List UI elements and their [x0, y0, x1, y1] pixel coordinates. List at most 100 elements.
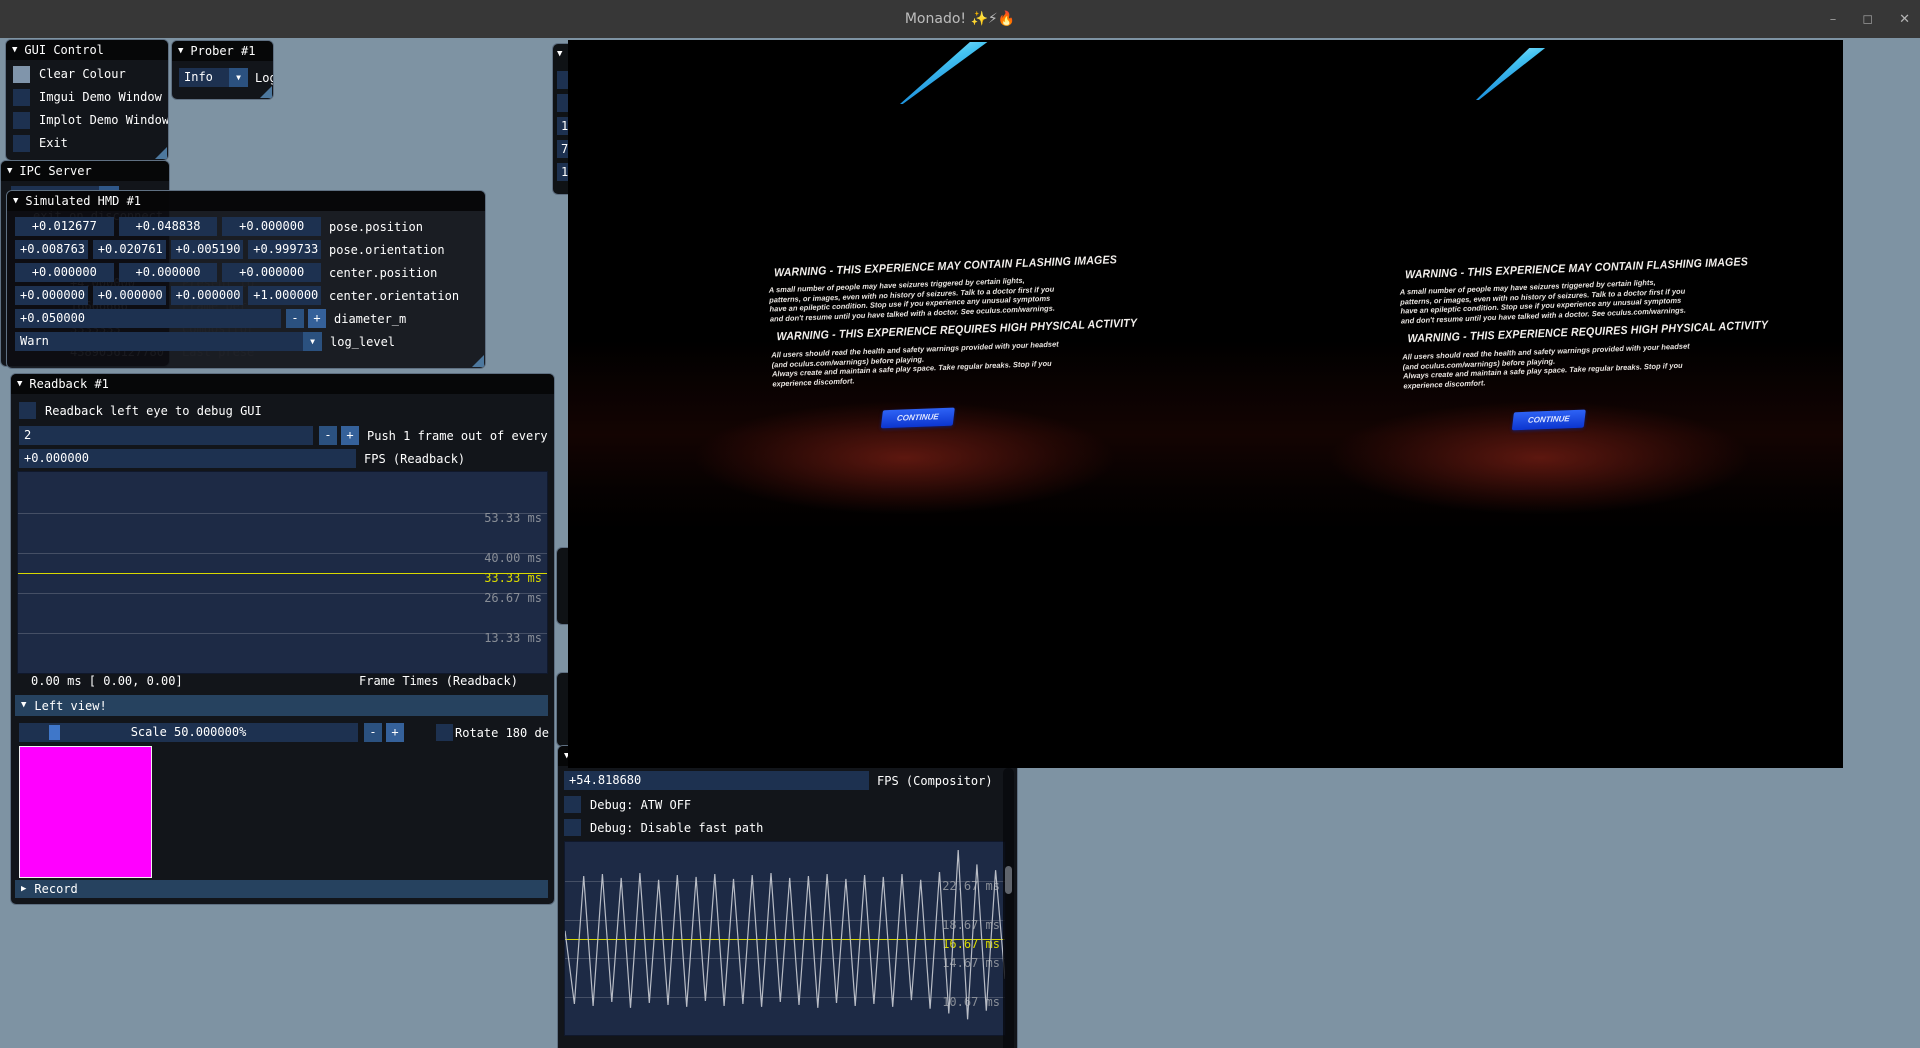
gui-control-item[interactable]: Exit — [13, 134, 161, 152]
record-header[interactable]: ▶ Record — [15, 880, 548, 898]
checkbox-label: Implot Demo Window — [39, 113, 169, 127]
lens-flare-streak — [900, 42, 992, 104]
collapse-arrow-icon[interactable]: ▼ — [178, 47, 183, 56]
prober-titlebar[interactable]: ▼ Prober #1 — [172, 41, 273, 61]
drag-float-field[interactable]: +0.999733 — [248, 240, 321, 259]
drag-float-field[interactable]: +0.000000 — [222, 263, 321, 282]
gui-control-item[interactable]: Implot Demo Window — [13, 111, 161, 129]
diameter-plus-button[interactable]: + — [308, 309, 326, 328]
checkbox[interactable] — [13, 89, 30, 106]
debug-disable-fast-path-checkbox[interactable] — [564, 819, 581, 836]
hmd-vector-row: +0.008763 +0.020761 +0.005190+0.999733 pose… — [15, 240, 485, 259]
gui-control-item[interactable]: Clear Colour — [13, 65, 161, 83]
drag-float-field[interactable]: +0.000000 — [222, 217, 321, 236]
readback-titlebar[interactable]: ▼ Readback #1 — [11, 374, 554, 394]
close-button[interactable]: ✕ — [1899, 12, 1910, 27]
drag-float-field[interactable]: +0.000000 — [15, 263, 114, 282]
frame-times-plot: 53.33 ms40.00 ms33.33 ms26.67 ms13.33 ms… — [17, 471, 548, 674]
scale-plus-button[interactable]: + — [386, 723, 404, 742]
scrollbar-thumb[interactable] — [1005, 866, 1012, 894]
window-title: GUI Control — [24, 43, 103, 57]
maximize-button[interactable]: ◻ — [1862, 12, 1873, 27]
log-level-label: log_level — [330, 335, 395, 349]
debug-atw-off-checkbox[interactable] — [564, 796, 581, 813]
frame-times-plot-label: Frame Times (Readback) — [359, 674, 518, 688]
compositor-frame-times-plot: 22.67 ms18.67 ms16.67 ms14.67 ms10.67 ms… — [564, 841, 1006, 1036]
drag-float-field[interactable]: +0.020761 — [93, 240, 166, 259]
log-filter-combo[interactable]: Info — [179, 68, 229, 87]
warning-paragraph: A small number of people may have seizur… — [769, 275, 1058, 324]
readback-left-eye-checkbox[interactable] — [19, 402, 36, 419]
fps-compositor-input[interactable]: +54.818680 — [564, 771, 869, 790]
scale-slider[interactable]: Scale 50.000000% — [19, 723, 358, 742]
minimize-button[interactable]: – — [1830, 12, 1837, 27]
drag-float-field[interactable]: +0.000000 — [171, 286, 244, 305]
window-gui-control: ▼ GUI Control Clear Colour Imgui Demo Win… — [5, 39, 169, 161]
plot-tick-label: 53.33 ms — [484, 511, 542, 525]
scale-minus-button[interactable]: - — [364, 723, 382, 742]
drag-float-field[interactable]: +0.000000 — [15, 286, 88, 305]
drag-float-field[interactable]: +0.048838 — [119, 217, 218, 236]
push-frames-input[interactable]: 2 — [19, 426, 313, 445]
drag-float-field[interactable]: +1.000000 — [248, 286, 321, 305]
os-titlebar[interactable]: Monado! ✨⚡🔥 – ◻ ✕ — [0, 0, 1920, 38]
continue-button: CONTINUE — [1512, 410, 1586, 431]
vertical-scrollbar[interactable] — [1003, 768, 1014, 1048]
combo-arrow-icon[interactable]: ▼ — [229, 68, 248, 87]
collapse-arrow-icon[interactable]: ▼ — [13, 197, 18, 206]
warning-heading: WARNING - THIS EXPERIENCE REQUIRES HIGH … — [1407, 323, 1683, 346]
row-label: pose.orientation — [329, 243, 445, 257]
os-window-title: Monado! ✨⚡🔥 — [905, 11, 1015, 27]
warning-paragraph: A small number of people may have seizur… — [1400, 277, 1689, 326]
diameter-input[interactable]: +0.050000 — [15, 309, 281, 328]
collapse-arrow-icon[interactable]: ▼ — [21, 701, 26, 710]
push-minus-button[interactable]: - — [319, 426, 337, 445]
combo-arrow-icon[interactable]: ▼ — [303, 332, 322, 351]
checkbox[interactable] — [13, 135, 30, 152]
drag-float-field[interactable]: +0.000000 — [93, 286, 166, 305]
diameter-minus-button[interactable]: - — [286, 309, 304, 328]
fps-readback-label: FPS (Readback) — [364, 452, 465, 466]
checkbox[interactable] — [13, 112, 30, 129]
drag-float-field[interactable]: +0.008763 — [15, 240, 88, 259]
continue-button: CONTINUE — [881, 408, 955, 429]
hmd-titlebar[interactable]: ▼ Simulated HMD #1 — [7, 191, 485, 211]
slider-text: Scale 50.000000% — [19, 723, 358, 742]
fps-readback-input[interactable]: +0.000000 — [19, 449, 356, 468]
checkbox[interactable] — [13, 66, 30, 83]
drag-float-field[interactable]: +0.005190 — [171, 240, 244, 259]
plot-gridline — [18, 553, 547, 554]
drag-float-field[interactable]: +0.000000 — [119, 263, 218, 282]
warning-heading: WARNING - THIS EXPERIENCE REQUIRES HIGH … — [776, 321, 1052, 344]
resize-grip[interactable] — [155, 147, 167, 159]
plot-tick-label: 40.00 ms — [484, 551, 542, 565]
collapse-arrow-icon[interactable]: ▼ — [7, 167, 12, 176]
lens-flare-streak — [1476, 48, 1548, 100]
checkbox-label: Rotate 180 de — [455, 726, 549, 740]
row-label: center.orientation — [329, 289, 459, 303]
compositor-mirror-view: WARNING - THIS EXPERIENCE MAY CONTAIN FL… — [568, 40, 1843, 768]
rotate-180-checkbox[interactable] — [436, 724, 453, 741]
gui-control-item[interactable]: Imgui Demo Window — [13, 88, 161, 106]
gui-control-titlebar[interactable]: ▼ GUI Control — [6, 40, 168, 60]
plot-gridline — [565, 1035, 1005, 1036]
collapse-arrow-icon[interactable]: ▼ — [557, 50, 562, 59]
drag-float-field[interactable]: +0.012677 — [15, 217, 114, 236]
row-label: pose.position — [329, 220, 423, 234]
ipc-server-titlebar[interactable]: ▼ IPC Server — [1, 161, 169, 181]
collapse-arrow-icon[interactable]: ▶ — [21, 885, 26, 894]
header-label: Record — [34, 882, 77, 896]
collapse-arrow-icon[interactable]: ▼ — [17, 380, 22, 389]
collapse-arrow-icon[interactable]: ▼ — [12, 46, 17, 55]
resize-grip[interactable] — [260, 86, 272, 98]
window-readback: ▼ Readback #1 Readback left eye to debug… — [10, 373, 555, 905]
push-plus-button[interactable]: + — [341, 426, 359, 445]
window-title: Simulated HMD #1 — [25, 194, 141, 208]
left-view-header[interactable]: ▼ Left view! — [15, 695, 548, 716]
diameter-label: diameter_m — [334, 312, 406, 326]
log-level-combo[interactable]: Warn — [15, 332, 303, 351]
hmd-vector-row: +0.012677 +0.048838+0.000000 pose.position — [15, 217, 485, 236]
window-title: Readback #1 — [29, 377, 108, 391]
resize-grip[interactable] — [472, 355, 484, 367]
checkbox-label: Readback left eye to debug GUI — [45, 404, 262, 418]
